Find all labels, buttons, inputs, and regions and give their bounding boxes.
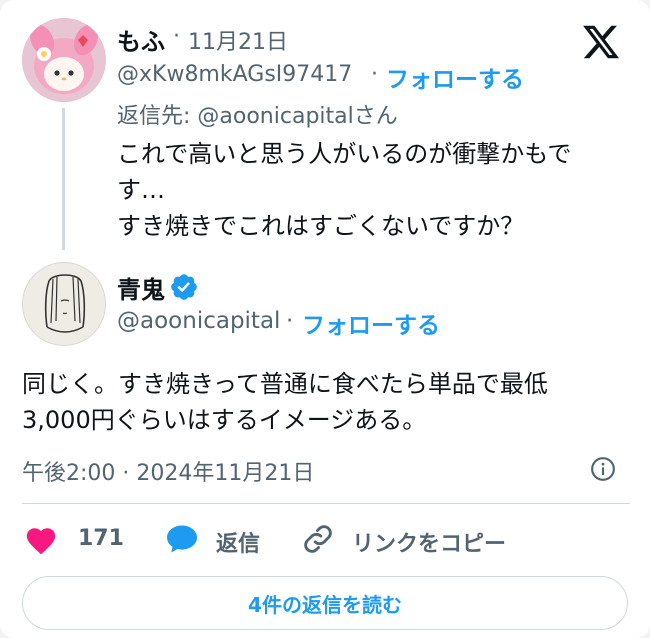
tweet-card: もふ · 11月21日 @xKw8mkAGsI97417 · フォローする 返信… [0,0,650,638]
like-count[interactable]: 171 [78,526,124,551]
body-line: 同じく。すき焼きって普通に食べたら単品で最低 [22,370,548,398]
info-icon[interactable] [590,456,616,482]
thread-connector [62,108,65,250]
meta-separator: · [371,62,378,87]
reply-author-handle[interactable]: @xKw8mkAGsI97417 [117,62,352,87]
body-line: これで高いと思う人がいるのが衝撃かもで [117,140,572,168]
reply-date[interactable]: 11月21日 [188,24,288,56]
tweet-timestamp[interactable]: 午後2:00 · 2024年11月21日 [22,455,314,487]
avatar-image [23,263,105,345]
copy-link-button[interactable]: リンクをコピー [352,526,506,558]
link-icon[interactable] [301,522,335,556]
read-replies-label: 4件の返信を読む [248,592,402,617]
divider [22,503,630,504]
body-line: 3,000円ぐらいはするイメージある。 [22,406,427,434]
body-line: すき焼きでこれはすごくないですか？ [117,212,525,240]
verified-badge-icon [171,274,197,300]
main-tweet-body: 同じく。すき焼きって普通に食べたら単品で最低 3,000円ぐらいはするイメージあ… [22,366,622,438]
follow-button[interactable]: フォローする [302,306,440,340]
read-replies-button[interactable]: 4件の返信を読む [22,576,628,630]
avatar[interactable] [22,18,106,102]
avatar-image [22,18,106,102]
follow-button[interactable]: フォローする [386,60,524,94]
x-logo-icon[interactable] [580,22,622,62]
reply-tweet-body: これで高いと思う人がいるのが衝撃かもで す… すき焼きでこれはすごくないですか？ [117,136,617,244]
meta-separator: · [286,308,294,334]
reply-button[interactable]: 返信 [216,526,260,558]
reply-author-name[interactable]: もふ [117,22,165,57]
avatar[interactable] [22,262,106,346]
speech-bubble-icon[interactable] [164,521,200,557]
main-author-handle[interactable]: @aoonicapital [117,308,280,334]
meta-separator: · [173,24,180,49]
main-author-name[interactable]: 青鬼 [117,270,165,305]
reply-to-label[interactable]: 返信先: @aoonicapitalさん [117,98,398,130]
body-line: す… [117,176,165,204]
heart-icon[interactable] [24,524,58,558]
